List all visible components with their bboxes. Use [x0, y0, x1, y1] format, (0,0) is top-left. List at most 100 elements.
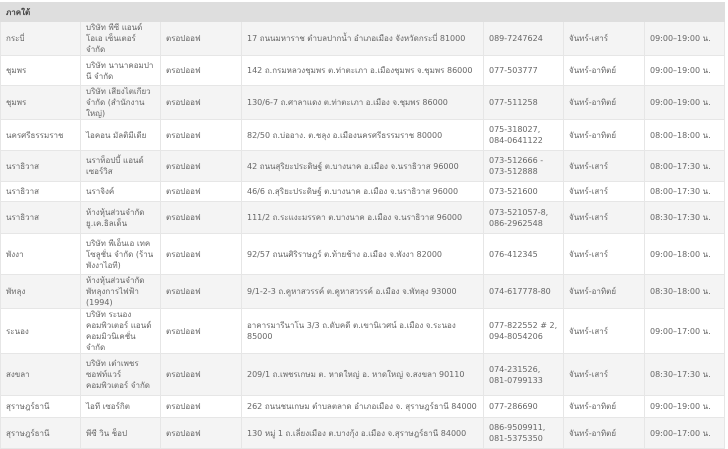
- cell-company: ห้างหุ้นส่วนจำกัด ยู.เค.ธิลเด็น: [80, 201, 161, 234]
- cell-company: นราท็อปบี้ แอนด์ เซอร์วิส: [80, 150, 161, 182]
- cell-address: 92/57 ถนนศิริราษฎร์ ต.ท้ายช้าง อ.เมือง จ…: [241, 233, 484, 275]
- cell-company: บริษัท เต๋าเพชร ซอฟท์แวร์ คอมพิวเตอร์ จำ…: [80, 353, 161, 396]
- table-row: พังงา บริษัท พีเอ็นเอ เทค โซลูชั่น จำกัด …: [0, 233, 725, 275]
- table-row: นราธิวาส นราจิงค์ ตรอปออฟ 46/6 ถ.สุริยะประด…: [0, 181, 725, 202]
- table-row: ชุมพร บริษัท เสียงไตเกียว จำกัด (สำนักงาน…: [0, 85, 725, 120]
- cell-phone: 077-822552 # 2, 094-8054206: [483, 308, 564, 354]
- cell-company: บริษัท เสียงไตเกียว จำกัด (สำนักงานใหญ่): [80, 85, 161, 120]
- cell-days: จันทร์-เสาร์: [563, 308, 645, 354]
- cell-type: ตรอปออฟ: [160, 150, 242, 182]
- cell-hours: 09:00–19:00 น.: [644, 21, 725, 56]
- cell-phone: 077-286690: [483, 395, 564, 418]
- table-row: นราธิวาส นราท็อปบี้ แอนด์ เซอร์วิส ตรอปออฟ…: [0, 150, 725, 182]
- cell-province: สงขลา: [0, 353, 81, 396]
- cell-company: บริษัท พีซี แอนด์ โอเอ เซ็นเตอร์ จำกัด: [80, 21, 161, 56]
- cell-hours: 09:00–17:00 น.: [644, 308, 725, 354]
- cell-province: ระนอง: [0, 308, 81, 354]
- cell-company: บริษัท ระนอง คอมพิวเตอร์ แอนด์ คอมมิวนิเ…: [80, 308, 161, 354]
- cell-company: บริษัท พีเอ็นเอ เทค โซลูชั่น จำกัด (ร้าน…: [80, 233, 161, 275]
- cell-address: 130/6-7 ถ.ศาลาแดง ต.ท่าตะเภา อ.เมือง จ.ช…: [241, 85, 484, 120]
- cell-hours: 08:00–18:00 น.: [644, 119, 725, 151]
- cell-type: ตรอปออฟ: [160, 233, 242, 275]
- cell-hours: 09:00–19:00 น.: [644, 395, 725, 418]
- cell-company: บริษัท นานาคอมปานี จำกัด: [80, 55, 161, 86]
- cell-hours: 09:00–19:00 น.: [644, 55, 725, 86]
- cell-phone: 089-7247624: [483, 21, 564, 56]
- cell-phone: 073-521600: [483, 181, 564, 202]
- cell-company: ห้างหุ้นส่วนจำกัด พัทลุงการไฟฟ้า (1994): [80, 274, 161, 309]
- cell-days: จันทร์-เสาร์: [563, 233, 645, 275]
- cell-province: นครศรีธรรมราช: [0, 119, 81, 151]
- cell-hours: 08:30–18:00 น.: [644, 274, 725, 309]
- cell-address: 9/1-2-3 ถ.คูหาสวรรค์ ต.คูหาสวรรค์ อ.เมือ…: [241, 274, 484, 309]
- table-row: ระนอง บริษัท ระนอง คอมพิวเตอร์ แอนด์ คอมม…: [0, 308, 725, 354]
- cell-hours: 08:30–17:30 น.: [644, 201, 725, 234]
- cell-company: ไอคอน มัลติมีเดีย: [80, 119, 161, 151]
- cell-type: ตรอปออฟ: [160, 395, 242, 418]
- cell-hours: 08:30–17:30 น.: [644, 353, 725, 396]
- cell-province: ชุมพร: [0, 85, 81, 120]
- cell-address: 46/6 ถ.สุริยะประดิษฐ์ ต.บางนาค อ.เมือง จ…: [241, 181, 484, 202]
- cell-phone: 077-511258: [483, 85, 564, 120]
- cell-company: ไอที เซอร์กิต: [80, 395, 161, 418]
- table-row: นครศรีธรรมราช ไอคอน มัลติมีเดีย ตรอปออฟ 82/…: [0, 119, 725, 151]
- cell-address: 111/2 ถ.ระแงะมรรคา ต.บางนาค อ.เมือง จ.นร…: [241, 201, 484, 234]
- cell-days: จันทร์-อาทิตย์: [563, 55, 645, 86]
- table-row: พัทลุง ห้างหุ้นส่วนจำกัด พัทลุงการไฟฟ้า (…: [0, 274, 725, 309]
- cell-days: จันทร์-อาทิตย์: [563, 119, 645, 151]
- cell-address: 42 ถนนสุริยะประดิษฐ์ ต.บางนาค อ.เมือง จ.…: [241, 150, 484, 182]
- table-row: นราธิวาส ห้างหุ้นส่วนจำกัด ยู.เค.ธิลเด็นต…: [0, 201, 725, 234]
- cell-phone: 086-9509911, 081-5375350: [483, 417, 564, 449]
- cell-type: ตรอปออฟ: [160, 308, 242, 354]
- cell-type: ตรอปออฟ: [160, 119, 242, 151]
- cell-phone: 073-512666 - 073-512888: [483, 150, 564, 182]
- cell-company: นราจิงค์: [80, 181, 161, 202]
- table-row: ชุมพร บริษัท นานาคอมปานี จำกัด ตรอปออฟ 142 …: [0, 55, 725, 86]
- cell-province: สุราษฎร์ธานี: [0, 417, 81, 449]
- cell-hours: 08:00–17:30 น.: [644, 181, 725, 202]
- service-center-table: ภาคใต้ กระบี่ บริษัท พีซี แอนด์ โอเอ เซ็น…: [0, 2, 725, 449]
- cell-phone: 074-617778-80: [483, 274, 564, 309]
- cell-province: กระบี่: [0, 21, 81, 56]
- cell-province: สุราษฎร์ธานี: [0, 395, 81, 418]
- cell-phone: 074-231526, 081-0799133: [483, 353, 564, 396]
- cell-days: จันทร์-เสาร์: [563, 21, 645, 56]
- section-title: ภาคใต้: [0, 2, 725, 22]
- cell-phone: 077-503777: [483, 55, 564, 86]
- cell-days: จันทร์-อาทิตย์: [563, 85, 645, 120]
- cell-phone: 076-412345: [483, 233, 564, 275]
- cell-type: ตรอปออฟ: [160, 21, 242, 56]
- cell-type: ตรอปออฟ: [160, 201, 242, 234]
- cell-days: จันทร์-อาทิตย์: [563, 274, 645, 309]
- cell-days: จันทร์-เสาร์: [563, 201, 645, 234]
- cell-address: 82/50 ถ.บ่ออาง. ต.ชลุง อ.เมืองนครศรีธรรม…: [241, 119, 484, 151]
- cell-province: นราธิวาส: [0, 150, 81, 182]
- cell-days: จันทร์-เสาร์: [563, 150, 645, 182]
- cell-days: จันทร์-เสาร์: [563, 353, 645, 396]
- cell-address: อาคารมารีนาโน 3/3 ถ.ดับคดี ต.เขานิเวศน์ …: [241, 308, 484, 354]
- cell-days: จันทร์-เสาร์: [563, 181, 645, 202]
- cell-type: ตรอปออฟ: [160, 274, 242, 309]
- cell-type: ตรอปออฟ: [160, 55, 242, 86]
- cell-address: 262 ถนนชนเกษม ตำบลตลาด อำเภอเมือง จ. สุร…: [241, 395, 484, 418]
- table-row: สุราษฎร์ธานี พีซี วิน ช็อป ตรอปออฟ 130 หมู่…: [0, 417, 725, 449]
- table-row: สุราษฎร์ธานี ไอที เซอร์กิต ตรอปออฟ 262 ถนนช…: [0, 395, 725, 418]
- cell-days: จันทร์-อาทิตย์: [563, 417, 645, 449]
- cell-phone: 075-318027, 084-0641122: [483, 119, 564, 151]
- cell-type: ตรอปออฟ: [160, 181, 242, 202]
- cell-address: 130 หมู่ 1 ถ.เลี่ยงเมือง ต.บางกุ้ง อ.เมื…: [241, 417, 484, 449]
- cell-days: จันทร์-อาทิตย์: [563, 395, 645, 418]
- cell-province: พัทลุง: [0, 274, 81, 309]
- table-row: กระบี่ บริษัท พีซี แอนด์ โอเอ เซ็นเตอร์ จ…: [0, 21, 725, 56]
- cell-company: พีซี วิน ช็อป: [80, 417, 161, 449]
- table-row: สงขลา บริษัท เต๋าเพชร ซอฟท์แวร์ คอมพิวเตอ…: [0, 353, 725, 396]
- cell-phone: 073-521057-8, 086-2962548: [483, 201, 564, 234]
- section-header-row: ภาคใต้: [0, 2, 725, 22]
- cell-address: 142 ถ.กรมหลวงชุมพร ต.ท่าตะเภา อ.เมืองชุม…: [241, 55, 484, 86]
- cell-address: 209/1 ถ.เพชรเกษม ต. หาดใหญ่ อ. หาดใหญ่ จ…: [241, 353, 484, 396]
- cell-province: ชุมพร: [0, 55, 81, 86]
- cell-province: นราธิวาส: [0, 201, 81, 234]
- cell-type: ตรอปออฟ: [160, 417, 242, 449]
- cell-hours: 09:00–18:00 น.: [644, 233, 725, 275]
- cell-province: นราธิวาส: [0, 181, 81, 202]
